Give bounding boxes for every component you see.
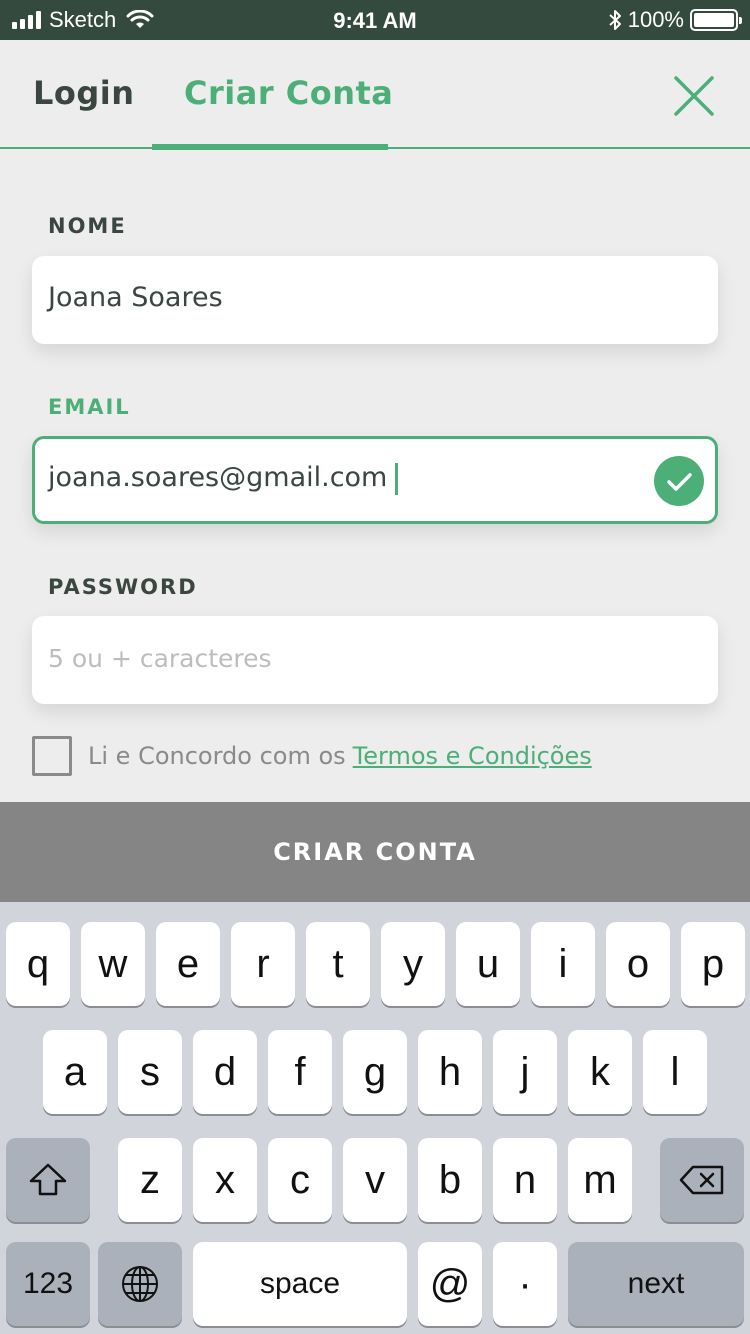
status-right: 100% bbox=[608, 7, 742, 33]
key-n[interactable]: n bbox=[493, 1138, 557, 1222]
close-icon[interactable] bbox=[670, 72, 718, 120]
key-p[interactable]: p bbox=[681, 922, 745, 1006]
key-g[interactable]: g bbox=[343, 1030, 407, 1114]
bluetooth-icon bbox=[609, 10, 621, 30]
status-bar: Sketch 9:41 AM 100% bbox=[0, 0, 750, 40]
key-y[interactable]: y bbox=[381, 922, 445, 1006]
space-key[interactable]: space bbox=[193, 1242, 407, 1326]
key-b[interactable]: b bbox=[418, 1138, 482, 1222]
password-field[interactable]: 5 ou + caracteres bbox=[32, 616, 718, 704]
name-value: Joana Soares bbox=[48, 282, 223, 313]
key-a[interactable]: a bbox=[43, 1030, 107, 1114]
battery-icon bbox=[690, 9, 742, 31]
email-label: EMAIL bbox=[48, 395, 131, 419]
key-i[interactable]: i bbox=[531, 922, 595, 1006]
key-v[interactable]: v bbox=[343, 1138, 407, 1222]
password-label: PASSWORD bbox=[48, 575, 198, 599]
text-caret bbox=[395, 462, 399, 495]
keyboard: q w e r t y u i o p a s d f g h j k l z … bbox=[0, 902, 750, 1334]
active-tab-indicator bbox=[152, 144, 388, 150]
email-field[interactable]: joana.soares@gmail.com bbox=[32, 436, 718, 524]
terms-checkbox[interactable] bbox=[32, 736, 72, 776]
email-value: joana.soares@gmail.com bbox=[48, 462, 399, 495]
key-j[interactable]: j bbox=[493, 1030, 557, 1114]
shift-icon bbox=[29, 1163, 67, 1196]
key-l[interactable]: l bbox=[643, 1030, 707, 1114]
terms-link[interactable]: Termos e Condições bbox=[353, 742, 592, 770]
key-q[interactable]: q bbox=[6, 922, 70, 1006]
name-label: NOME bbox=[48, 214, 127, 238]
key-o[interactable]: o bbox=[606, 922, 670, 1006]
key-m[interactable]: m bbox=[568, 1138, 632, 1222]
dot-key[interactable]: · bbox=[493, 1242, 557, 1326]
name-field[interactable]: Joana Soares bbox=[32, 256, 718, 344]
key-u[interactable]: u bbox=[456, 922, 520, 1006]
password-placeholder: 5 ou + caracteres bbox=[48, 644, 272, 673]
next-key[interactable]: next bbox=[568, 1242, 744, 1326]
key-h[interactable]: h bbox=[418, 1030, 482, 1114]
key-x[interactable]: x bbox=[193, 1138, 257, 1222]
terms-text: Li e Concordo com os bbox=[88, 742, 346, 770]
key-f[interactable]: f bbox=[268, 1030, 332, 1114]
key-d[interactable]: d bbox=[193, 1030, 257, 1114]
key-k[interactable]: k bbox=[568, 1030, 632, 1114]
globe-key[interactable] bbox=[98, 1242, 182, 1326]
shift-key[interactable] bbox=[6, 1138, 90, 1222]
globe-icon bbox=[122, 1266, 158, 1302]
key-r[interactable]: r bbox=[231, 922, 295, 1006]
tab-login[interactable]: Login bbox=[33, 74, 135, 112]
backspace-icon bbox=[679, 1165, 724, 1195]
create-account-button[interactable]: CRIAR CONTA bbox=[0, 802, 750, 902]
key-s[interactable]: s bbox=[118, 1030, 182, 1114]
numbers-key[interactable]: 123 bbox=[6, 1242, 90, 1326]
tab-create-account[interactable]: Criar Conta bbox=[184, 74, 393, 112]
key-t[interactable]: t bbox=[306, 922, 370, 1006]
key-e[interactable]: e bbox=[156, 922, 220, 1006]
key-z[interactable]: z bbox=[118, 1138, 182, 1222]
key-c[interactable]: c bbox=[268, 1138, 332, 1222]
valid-check-icon bbox=[654, 456, 704, 506]
at-key[interactable]: @ bbox=[418, 1242, 482, 1326]
key-w[interactable]: w bbox=[81, 922, 145, 1006]
battery-percent: 100% bbox=[627, 7, 684, 32]
terms-row: Li e Concordo com os Termos e Condições bbox=[32, 736, 592, 776]
auth-tabs: Login Criar Conta bbox=[0, 40, 750, 151]
backspace-key[interactable] bbox=[660, 1138, 744, 1222]
